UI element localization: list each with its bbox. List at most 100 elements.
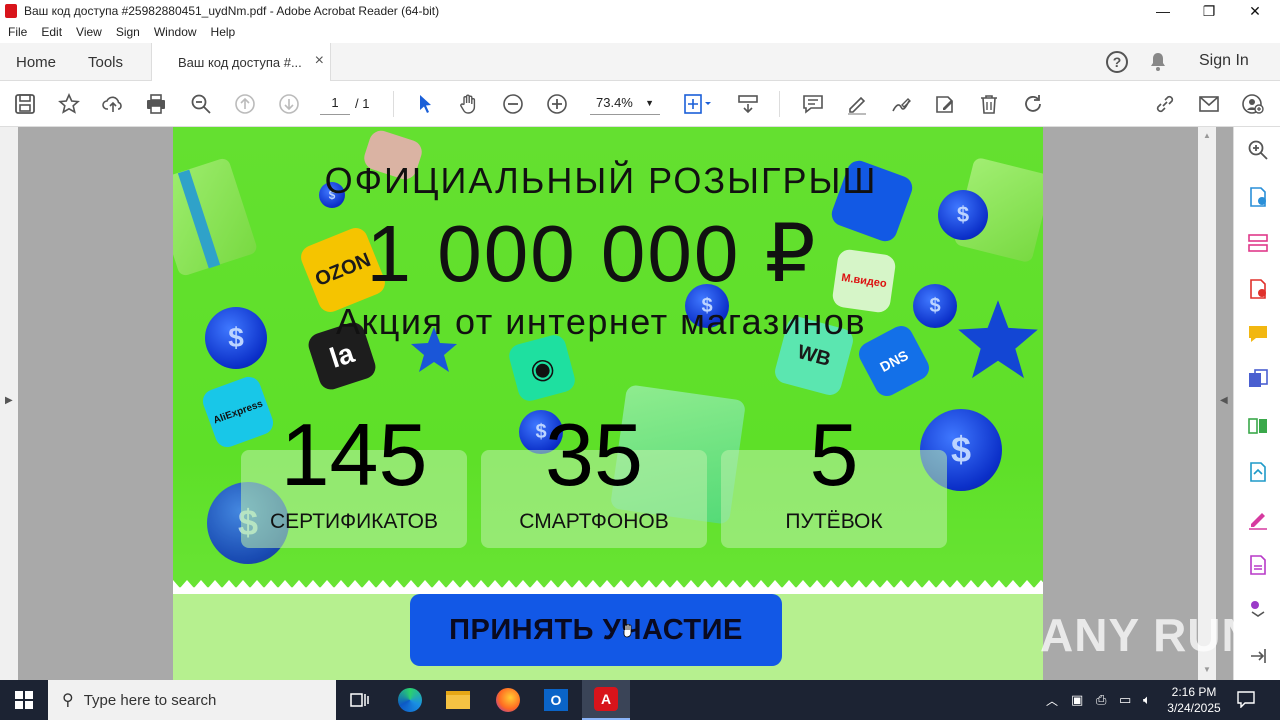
notifications-bell-icon[interactable] [1149, 52, 1167, 72]
promo-subheading: Акция от интернет магазинов [336, 301, 866, 342]
menu-edit[interactable]: Edit [41, 22, 70, 43]
highlight-pen-icon[interactable] [845, 92, 869, 116]
tray-device-icon[interactable]: ⎙ [1096, 692, 1106, 708]
edit-pdf-icon[interactable] [933, 92, 957, 116]
toolbar-divider [393, 91, 394, 117]
page-number-input[interactable]: 1 [320, 93, 350, 115]
stat-number: 145 [280, 405, 428, 504]
acrobat-taskbar-icon[interactable]: A [582, 680, 630, 720]
add-person-icon[interactable] [1241, 92, 1265, 116]
menu-window[interactable]: Window [154, 22, 205, 43]
sign-in-button[interactable]: Sign In [1199, 52, 1249, 70]
taskbar-clock[interactable]: 2:16 PM 3/24/2025 [1166, 684, 1222, 716]
menu-file[interactable]: File [8, 22, 35, 43]
mouse-cursor-icon [623, 623, 633, 638]
menu-view[interactable]: View [76, 22, 110, 43]
page-total: / 1 [355, 96, 370, 111]
clock-date: 3/24/2025 [1167, 701, 1221, 715]
stat-label: ПУТЁВОК [785, 510, 883, 533]
stat-trips: 5 ПУТЁВОК [721, 405, 947, 548]
menu-help[interactable]: Help [211, 22, 244, 43]
fit-page-icon[interactable] [681, 92, 715, 116]
toolbar: 1 / 1 73.4% ▼ [0, 81, 1280, 127]
zoom-out-search-icon[interactable] [189, 92, 213, 116]
print-icon[interactable] [144, 92, 168, 116]
upload-cloud-icon[interactable] [101, 92, 125, 116]
comment-icon[interactable] [801, 92, 825, 116]
stat-label: СЕРТИФИКАТОВ [269, 510, 439, 533]
maximize-button[interactable]: ❐ [1186, 0, 1232, 22]
scroll-down-icon[interactable]: ▼ [1203, 665, 1211, 674]
windows-taskbar: ⚲ Type here to search O A ︿ ▣ ⎙ ▭ 🔈︎ 2:1… [0, 680, 1280, 720]
prize-amount: 1 000 000 ₽ [366, 209, 818, 298]
fill-sign-icon[interactable] [1246, 507, 1270, 531]
next-page-icon[interactable] [277, 92, 301, 116]
toolbar-divider [779, 91, 780, 117]
create-pdf-icon[interactable] [1246, 277, 1270, 301]
bookmark-star-icon[interactable] [57, 92, 81, 116]
participate-button[interactable]: ПРИНЯТЬ УЧАСТИЕ [410, 594, 782, 666]
tray-chevron-up-icon[interactable]: ︿ [1046, 692, 1058, 709]
menu-sign[interactable]: Sign [116, 22, 148, 43]
close-window-button[interactable]: ✕ [1232, 0, 1278, 22]
protect-pdf-icon[interactable] [1246, 553, 1270, 577]
zoom-out-icon[interactable] [501, 92, 525, 116]
file-explorer-icon[interactable] [434, 680, 482, 720]
pdf-page: OZON la AliExpress ◉ WB DNS М.видео $ $ … [173, 127, 1043, 680]
stat-number: 35 [545, 405, 643, 504]
comment-tool-icon[interactable] [1246, 322, 1270, 346]
search-icon: ⚲ [62, 692, 74, 709]
stat-smartphones: 35 СМАРТФОНОВ [481, 405, 707, 548]
scroll-up-icon[interactable]: ▲ [1203, 131, 1211, 140]
minimize-button[interactable]: — [1140, 0, 1186, 22]
stat-certificates: 145 СЕРТИФИКАТОВ [241, 405, 467, 548]
scroll-mode-icon[interactable] [736, 92, 760, 116]
edge-browser-icon[interactable] [386, 680, 434, 720]
expand-left-panel-icon[interactable]: ▶ [5, 395, 13, 406]
hand-tool-icon[interactable] [457, 92, 481, 116]
outlook-icon[interactable]: O [532, 680, 580, 720]
chevron-down-icon: ▼ [645, 98, 654, 108]
action-center-icon[interactable] [1236, 690, 1258, 710]
combine-files-icon[interactable] [1246, 367, 1270, 391]
title-bar: Ваш код доступа #25982880451_uydNm.pdf -… [0, 0, 1280, 22]
tab-tools[interactable]: Tools [88, 43, 123, 81]
organize-pages-icon[interactable] [1246, 231, 1270, 255]
save-icon[interactable] [13, 92, 37, 116]
email-envelope-icon[interactable] [1197, 92, 1221, 116]
compare-files-icon[interactable] [1246, 414, 1270, 438]
tray-network-icon[interactable]: ▭ [1119, 692, 1131, 708]
scan-ocr-icon[interactable] [1246, 460, 1270, 484]
ostrovok-logo: ◉ [506, 332, 578, 404]
tab-home[interactable]: Home [16, 43, 56, 81]
windows-start-icon[interactable] [0, 680, 48, 720]
zoom-in-icon[interactable] [545, 92, 569, 116]
window-title: Ваш код доступа #25982880451_uydNm.pdf -… [24, 4, 440, 18]
search-zoom-icon[interactable] [1246, 138, 1270, 162]
tray-outlook-icon[interactable]: ▣ [1071, 692, 1083, 708]
stat-label: СМАРТФОНОВ [519, 510, 669, 533]
export-pdf-icon[interactable] [1246, 185, 1270, 209]
tab-bar: Home Tools Ваш код доступа #... × ? Sign… [0, 43, 1280, 82]
rotate-icon[interactable] [1021, 92, 1045, 116]
zoom-level-value: 73.4% [596, 95, 633, 110]
tab-close-icon[interactable]: × [315, 52, 324, 70]
delete-trash-icon[interactable] [977, 92, 1001, 116]
task-view-icon[interactable] [336, 680, 384, 720]
select-cursor-icon[interactable] [413, 92, 437, 116]
collapse-right-panel-icon[interactable]: ◀ [1220, 395, 1228, 406]
share-link-icon[interactable] [1153, 92, 1177, 116]
help-icon[interactable]: ? [1106, 51, 1128, 73]
right-tools-pane: ◀ [1220, 127, 1280, 680]
vertical-scrollbar[interactable]: ▲ ▼ [1198, 127, 1216, 680]
taskbar-search-box[interactable]: ⚲ Type here to search [48, 680, 336, 720]
tray-volume-icon[interactable]: 🔈︎ [1143, 692, 1151, 708]
promo-heading: ОФИЦИАЛЬНЫЙ РОЗЫГРЫШ [324, 160, 878, 201]
zoom-level-dropdown[interactable]: 73.4% ▼ [590, 93, 660, 115]
tab-document[interactable]: Ваш код доступа #... × [151, 43, 331, 82]
zigzag-divider [173, 580, 1043, 594]
previous-page-icon[interactable] [233, 92, 257, 116]
firefox-icon[interactable] [484, 680, 532, 720]
search-placeholder: Type here to search [83, 691, 217, 709]
draw-signature-icon[interactable] [889, 92, 913, 116]
